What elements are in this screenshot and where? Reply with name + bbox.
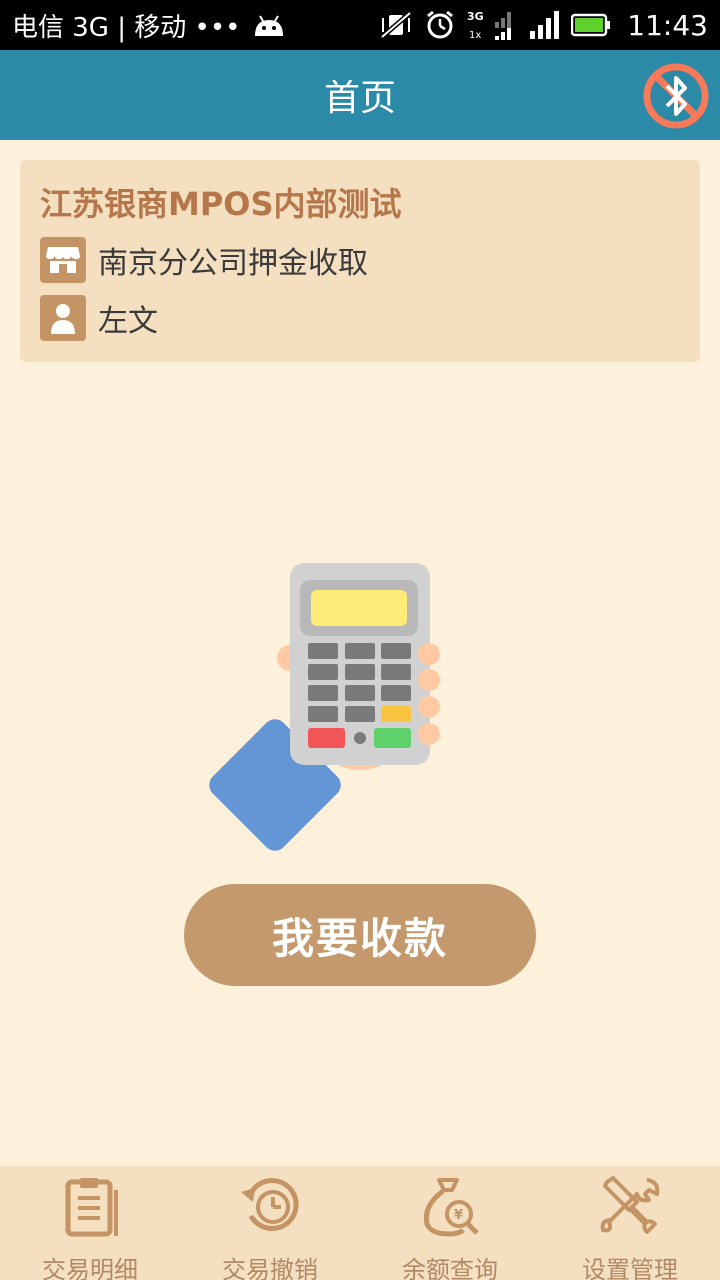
- app-screen: 电信 3G | 移动 ••• 3G 1x 11:43 首页 江苏银商MPOS内部…: [0, 0, 720, 1280]
- branch-row: 南京分公司押金收取: [40, 232, 680, 288]
- bluetooth-disabled-icon: [643, 63, 709, 129]
- merchant-name: 江苏银商MPOS内部测试: [40, 185, 402, 223]
- store-icon: [40, 237, 86, 283]
- carrier-text: 电信 3G | 移动 •••: [12, 12, 241, 43]
- android-icon: [251, 12, 287, 38]
- status-bar: 电信 3G | 移动 ••• 3G 1x 11:43: [0, 0, 720, 50]
- svg-text:1x: 1x: [469, 30, 481, 41]
- vibrate-mute-icon: [379, 10, 413, 40]
- clock-text: 11:43: [627, 8, 708, 42]
- nav-transaction-details[interactable]: 交易明细: [0, 1166, 180, 1280]
- merchant-info-card: 江苏银商MPOS内部测试 南京分公司押金收取 左文: [20, 160, 700, 362]
- nav-balance-inquiry[interactable]: ¥ 余额查询: [360, 1166, 540, 1280]
- money-bag-search-icon: ¥: [418, 1176, 482, 1238]
- branch-name: 南京分公司押金收取: [98, 246, 368, 281]
- battery-icon: [571, 13, 611, 37]
- status-left: 电信 3G | 移动 •••: [12, 7, 379, 44]
- bottom-nav: 交易明细 交易撤销 ¥ 余额查询 设置管理: [0, 1166, 720, 1280]
- operator-row: 左文: [40, 290, 680, 346]
- svg-text:3G: 3G: [467, 10, 484, 23]
- undo-clock-icon: [238, 1176, 302, 1238]
- signal-icon: [529, 11, 560, 39]
- operator-name: 左文: [98, 304, 158, 339]
- clipboard-icon: [58, 1176, 122, 1238]
- nav-label-transaction-void: 交易撤销: [222, 1256, 318, 1280]
- alarm-icon: [425, 10, 455, 40]
- svg-text:¥: ¥: [454, 1208, 463, 1223]
- title-bar: 首页: [0, 50, 720, 140]
- nav-label-transaction-details: 交易明细: [42, 1256, 138, 1280]
- nav-label-balance-inquiry: 余额查询: [402, 1256, 498, 1280]
- user-icon: [40, 295, 86, 341]
- nav-label-settings: 设置管理: [582, 1256, 678, 1280]
- nav-settings[interactable]: 设置管理: [540, 1166, 720, 1280]
- tools-icon: [598, 1176, 662, 1238]
- collect-payment-button[interactable]: 我要收款: [184, 884, 536, 986]
- status-right: 3G 1x 11:43: [379, 8, 708, 42]
- 3g-signal-icon: 3G 1x: [467, 8, 517, 42]
- pos-terminal-illustration: [200, 560, 460, 870]
- nav-transaction-void[interactable]: 交易撤销: [180, 1166, 360, 1280]
- page-title: 首页: [323, 78, 396, 119]
- bluetooth-button[interactable]: [642, 62, 710, 130]
